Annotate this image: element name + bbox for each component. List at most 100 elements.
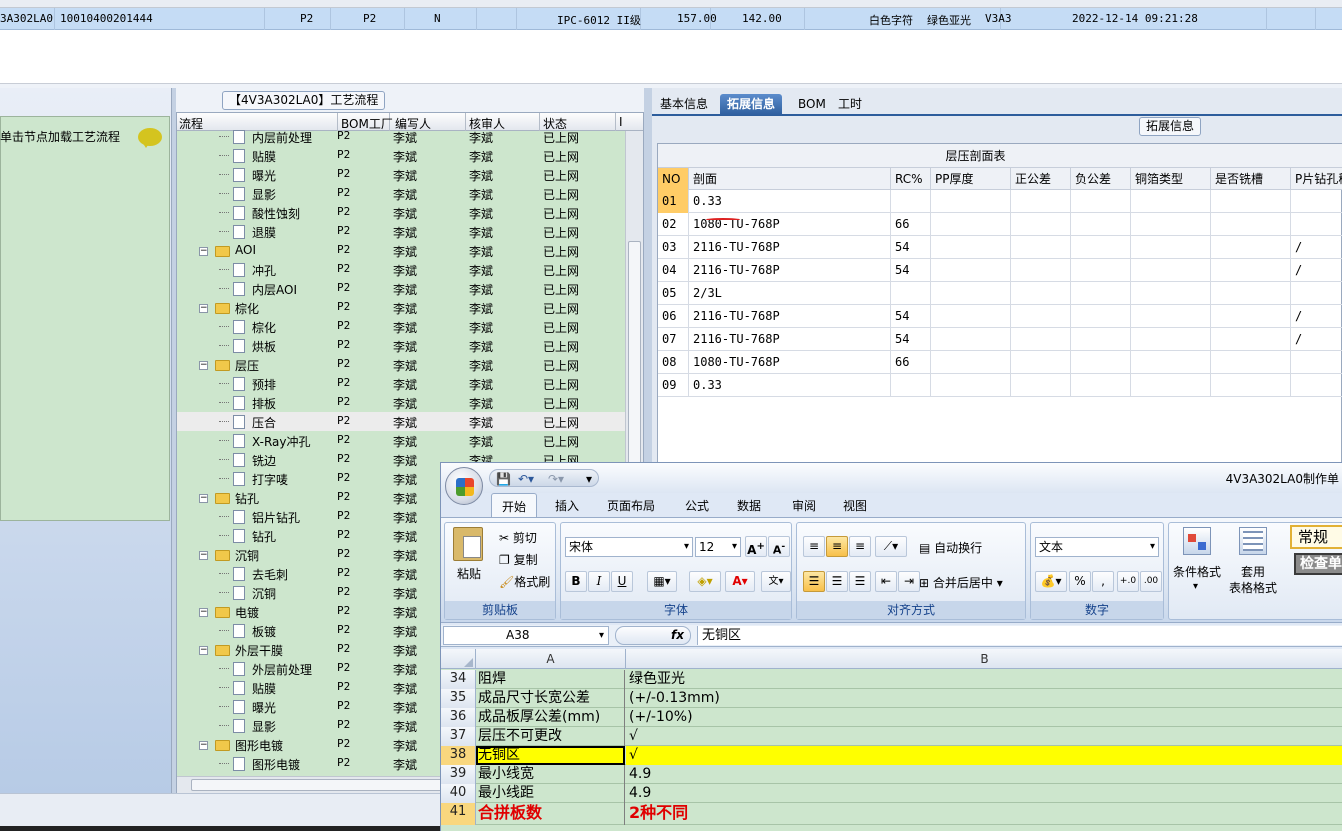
merge-center-button[interactable]: ⊞ 合并后居中 ▾ (919, 574, 1003, 591)
lamination-cell[interactable] (1291, 351, 1342, 374)
ribbon-tab[interactable]: 页面布局 (607, 497, 655, 514)
lamination-cell[interactable]: 02 (658, 213, 689, 236)
lamination-cell[interactable]: / (1291, 259, 1342, 282)
format-painter-button[interactable]: 🖌格式刷 (499, 573, 550, 590)
row-number[interactable]: 39 (441, 765, 476, 784)
accounting-format-button[interactable]: 💰▾ (1035, 571, 1067, 592)
collapse-toggle-icon[interactable]: − (199, 494, 208, 503)
lamination-cell[interactable]: 1080-TU-768P (689, 351, 891, 374)
lamination-column-header[interactable]: RC% (891, 168, 931, 190)
row-number[interactable]: 34 (441, 670, 476, 689)
number-format-combo[interactable]: 文本 (1035, 537, 1159, 557)
lamination-cell[interactable]: 08 (658, 351, 689, 374)
speech-bubble-icon[interactable] (138, 128, 162, 148)
cell-b[interactable]: √ (626, 746, 1342, 765)
detail-tab[interactable]: 基本信息 (656, 94, 712, 116)
lamination-column-header[interactable]: PP厚度 (931, 168, 1011, 190)
qat-customize-icon[interactable]: ▾ (586, 472, 592, 486)
align-right-button[interactable]: ☰ (849, 571, 871, 592)
lamination-cell[interactable]: 54 (891, 236, 931, 259)
collapse-toggle-icon[interactable]: − (199, 361, 208, 370)
lamination-row[interactable]: 04 2116-TU-768P 54 / (658, 259, 1342, 282)
lamination-cell[interactable] (1211, 351, 1291, 374)
tree-row[interactable]: 酸性蚀刻 P2 李斌 李斌 已上网 (177, 203, 625, 222)
lamination-cell[interactable] (1011, 282, 1071, 305)
insert-function-button[interactable]: fx (615, 626, 691, 645)
border-button[interactable]: ▦▾ (647, 571, 677, 592)
font-color-button[interactable]: A▾ (725, 571, 755, 592)
lamination-cell[interactable]: 2116-TU-768P (689, 305, 891, 328)
lamination-cell[interactable]: 54 (891, 305, 931, 328)
ribbon-tab[interactable]: 数据 (737, 497, 761, 514)
collapse-toggle-icon[interactable]: − (199, 247, 208, 256)
tree-vertical-thumb[interactable] (628, 241, 641, 491)
lamination-cell[interactable] (1211, 328, 1291, 351)
cell-style-normal[interactable]: 常规 (1290, 525, 1342, 549)
ribbon-tab[interactable]: 视图 (843, 497, 867, 514)
lamination-cell[interactable]: 2116-TU-768P (689, 236, 891, 259)
lamination-column-header[interactable]: 正公差 (1011, 168, 1071, 190)
sheet-row[interactable]: 38 无铜区 √ (441, 746, 1342, 765)
percent-button[interactable]: % (1069, 571, 1091, 592)
lamination-cell[interactable] (1291, 213, 1342, 236)
lamination-cell[interactable] (1011, 305, 1071, 328)
lamination-cell[interactable] (1291, 374, 1342, 397)
phonetic-button[interactable]: 文▾ (761, 571, 791, 592)
lamination-cell[interactable]: 05 (658, 282, 689, 305)
lamination-cell[interactable] (891, 282, 931, 305)
tree-row[interactable]: 烘板 P2 李斌 李斌 已上网 (177, 336, 625, 355)
lamination-cell[interactable] (1291, 190, 1342, 213)
ribbon-tab[interactable]: 插入 (555, 497, 579, 514)
lamination-cell[interactable] (1131, 213, 1211, 236)
sheet-row[interactable]: 40 最小线距 4.9 (441, 784, 1342, 803)
collapse-toggle-icon[interactable]: − (199, 551, 208, 560)
lamination-cell[interactable]: 2/3L (689, 282, 891, 305)
lamination-cell[interactable] (931, 282, 1011, 305)
cell-a[interactable]: 最小线宽 (476, 765, 625, 784)
lamination-cell[interactable]: 66 (891, 213, 931, 236)
cell-b[interactable]: (+/-10%) (626, 708, 1342, 727)
tree-horizontal-thumb[interactable] (191, 779, 471, 791)
lamination-cell[interactable] (1211, 213, 1291, 236)
lamination-cell[interactable]: 2116-TU-768P (689, 328, 891, 351)
collapse-toggle-icon[interactable]: − (199, 646, 208, 655)
tree-row[interactable]: 冲孔 P2 李斌 李斌 已上网 (177, 260, 625, 279)
lamination-cell[interactable]: 54 (891, 328, 931, 351)
increase-indent-button[interactable]: ⇥ (898, 571, 920, 592)
sheet-row[interactable]: 37 层压不可更改 √ (441, 727, 1342, 746)
ribbon-tab[interactable]: 审阅 (792, 497, 816, 514)
lamination-cell[interactable] (1131, 236, 1211, 259)
lamination-row[interactable]: 01 0.33 (658, 190, 1342, 213)
lamination-cell[interactable] (1211, 374, 1291, 397)
decrease-decimal-button[interactable]: .00 (1140, 571, 1162, 592)
increase-decimal-button[interactable]: +.0 (1117, 571, 1139, 592)
tree-row[interactable]: 压合 P2 李斌 李斌 已上网 (177, 412, 625, 431)
lamination-cell[interactable]: 54 (891, 259, 931, 282)
lamination-cell[interactable]: 03 (658, 236, 689, 259)
worksheet[interactable]: A B 34 阻焊 绿色亚光 35 成品尺寸长宽公差 (+/-0.13mm) 36 成品板厚公… (441, 649, 1342, 831)
formula-input[interactable]: 无铜区 (697, 626, 1342, 645)
row-number[interactable]: 41 (441, 803, 476, 825)
comma-button[interactable]: , (1092, 571, 1114, 592)
tree-row[interactable]: − 棕化 P2 李斌 李斌 已上网 (177, 298, 625, 317)
lamination-cell[interactable] (1131, 351, 1211, 374)
table-format-icon[interactable] (1239, 527, 1267, 555)
name-box[interactable]: A38 (443, 626, 609, 645)
lamination-cell[interactable] (1071, 282, 1131, 305)
align-left-button[interactable]: ☰ (803, 571, 825, 592)
top-grid-selected-row[interactable]: 3A302LA0 10010400201444 P2 P2 N IPC-6012 II级 1… (0, 8, 1342, 30)
lamination-cell[interactable] (891, 374, 931, 397)
lamination-cell[interactable] (1131, 259, 1211, 282)
wrap-text-button[interactable]: ▤ 自动换行 (919, 539, 982, 556)
lamination-column-header[interactable]: P片钻孔秘 (1291, 168, 1342, 190)
tree-row[interactable]: 显影 P2 李斌 李斌 已上网 (177, 184, 625, 203)
lamination-row[interactable]: 02 1080-TU-768P 66 (658, 213, 1342, 236)
lamination-cell[interactable] (931, 190, 1011, 213)
underline-button[interactable]: U (611, 571, 633, 592)
lamination-column-header[interactable]: 是否铣槽 (1211, 168, 1291, 190)
lamination-cell[interactable]: 07 (658, 328, 689, 351)
lamination-cell[interactable] (1011, 259, 1071, 282)
cell-a[interactable]: 成品板厚公差(mm) (476, 708, 625, 727)
align-center-button[interactable]: ☰ (826, 571, 848, 592)
shrink-font-button[interactable]: A- (768, 536, 790, 557)
